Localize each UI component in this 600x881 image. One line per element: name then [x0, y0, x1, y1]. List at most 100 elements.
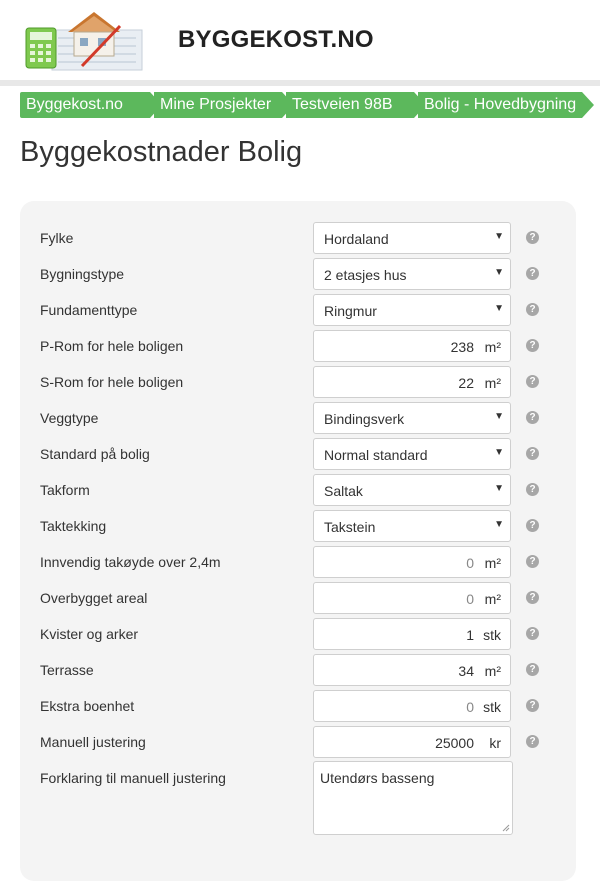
breadcrumb-address[interactable]: Testveien 98B — [286, 92, 426, 118]
chevron-down-icon: ▼ — [494, 411, 504, 422]
kvister-label: Kvister og arker — [40, 626, 139, 642]
breadcrumb-label: Testveien 98B — [292, 96, 393, 113]
takhoyde-value: 0 — [466, 555, 474, 571]
veggtype-select[interactable]: Bindingsverk ▼ — [313, 402, 511, 434]
help-icon[interactable]: ? — [526, 627, 539, 640]
takform-value: Saltak — [324, 483, 363, 499]
overbygget-input[interactable]: 0 m² — [313, 582, 511, 614]
standard-select[interactable]: Normal standard ▼ — [313, 438, 511, 470]
s-rom-unit: m² — [484, 375, 501, 391]
bygningstype-value: 2 etasjes hus — [324, 267, 407, 283]
help-icon[interactable]: ? — [526, 699, 539, 712]
help-icon[interactable]: ? — [526, 519, 539, 532]
chevron-down-icon: ▼ — [494, 303, 504, 314]
s-rom-value: 22 — [458, 375, 474, 391]
ekstra-input[interactable]: 0 stk — [313, 690, 511, 722]
form-row-takhoyde: Innvendig takøyde over 2,4m 0 m² ? — [20, 545, 576, 581]
chevron-down-icon: ▼ — [494, 231, 504, 242]
fylke-label: Fylke — [40, 230, 74, 246]
ekstra-unit: stk — [483, 699, 501, 715]
help-icon[interactable]: ? — [526, 267, 539, 280]
overbygget-label: Overbygget areal — [40, 590, 148, 606]
help-icon[interactable]: ? — [526, 447, 539, 460]
form-row-forklaring: Forklaring til manuell justering Utendør… — [20, 761, 576, 841]
chevron-down-icon: ▼ — [494, 447, 504, 458]
form-row-fylke: Fylke Hordaland ▼ ? — [20, 221, 576, 257]
kvister-value: 1 — [466, 627, 474, 643]
help-icon[interactable]: ? — [526, 735, 539, 748]
terrasse-unit: m² — [484, 663, 501, 679]
overbygget-value: 0 — [466, 591, 474, 607]
form-row-fundamenttype: Fundamenttype Ringmur ▼ ? — [20, 293, 576, 329]
terrasse-label: Terrasse — [40, 662, 94, 678]
bygningstype-label: Bygningstype — [40, 266, 125, 282]
p-rom-label: P-Rom for hele boligen — [40, 338, 184, 354]
veggtype-label: Veggtype — [40, 410, 99, 426]
chevron-down-icon: ▼ — [494, 483, 504, 494]
site-logo[interactable] — [24, 6, 146, 74]
fylke-select[interactable]: Hordaland ▼ — [313, 222, 511, 254]
breadcrumb-label: Bolig - Hovedbygning — [424, 96, 577, 113]
breadcrumb-projects[interactable]: Mine Prosjekter — [154, 92, 294, 118]
form-row-takform: Takform Saltak ▼ ? — [20, 473, 576, 509]
breadcrumb: Byggekost.no Mine Prosjekter Testveien 9… — [0, 92, 600, 118]
fundamenttype-select[interactable]: Ringmur ▼ — [313, 294, 511, 326]
manuell-unit: kr — [489, 735, 501, 751]
page-title: Byggekostnader Bolig — [20, 136, 303, 168]
terrasse-input[interactable]: 34 m² — [313, 654, 511, 686]
manuell-label: Manuell justering — [40, 734, 146, 750]
form-row-terrasse: Terrasse 34 m² ? — [20, 653, 576, 689]
help-icon[interactable]: ? — [526, 663, 539, 676]
taktekking-label: Taktekking — [40, 518, 107, 534]
help-icon[interactable]: ? — [526, 555, 539, 568]
overbygget-unit: m² — [484, 591, 501, 607]
breadcrumb-home[interactable]: Byggekost.no — [20, 92, 162, 118]
takform-label: Takform — [40, 482, 90, 498]
takhoyde-unit: m² — [484, 555, 501, 571]
takhoyde-input[interactable]: 0 m² — [313, 546, 511, 578]
p-rom-value: 238 — [450, 339, 474, 355]
cost-form-panel: Fylke Hordaland ▼ ? Bygningstype 2 etasj… — [20, 201, 576, 881]
form-row-bygningstype: Bygningstype 2 etasjes hus ▼ ? — [20, 257, 576, 293]
help-icon[interactable]: ? — [526, 231, 539, 244]
site-title[interactable]: BYGGEKOST.NO — [178, 26, 374, 54]
chevron-down-icon: ▼ — [494, 267, 504, 278]
manuell-input[interactable]: 25000 kr — [313, 726, 511, 758]
forklaring-label: Forklaring til manuell justering — [40, 770, 226, 786]
breadcrumb-label: Mine Prosjekter — [160, 96, 272, 113]
breadcrumb-label: Byggekost.no — [26, 96, 123, 113]
manuell-value: 25000 — [435, 735, 474, 751]
resize-grip-icon[interactable] — [502, 824, 510, 832]
bygningstype-select[interactable]: 2 etasjes hus ▼ — [313, 258, 511, 290]
terrasse-value: 34 — [458, 663, 474, 679]
help-icon[interactable]: ? — [526, 375, 539, 388]
help-icon[interactable]: ? — [526, 483, 539, 496]
taktekking-select[interactable]: Takstein ▼ — [313, 510, 511, 542]
form-row-ekstra: Ekstra boenhet 0 stk ? — [20, 689, 576, 725]
fylke-value: Hordaland — [324, 231, 389, 247]
breadcrumb-building[interactable]: Bolig - Hovedbygning — [418, 92, 594, 118]
form-row-veggtype: Veggtype Bindingsverk ▼ ? — [20, 401, 576, 437]
form-row-manuell: Manuell justering 25000 kr ? — [20, 725, 576, 761]
fundamenttype-value: Ringmur — [324, 303, 377, 319]
takhoyde-label: Innvendig takøyde over 2,4m — [40, 554, 221, 570]
forklaring-textarea[interactable]: Utendørs basseng — [313, 761, 513, 835]
taktekking-value: Takstein — [324, 519, 376, 535]
takform-select[interactable]: Saltak ▼ — [313, 474, 511, 506]
kvister-input[interactable]: 1 stk — [313, 618, 511, 650]
s-rom-label: S-Rom for hele boligen — [40, 374, 184, 390]
form-row-standard: Standard på bolig Normal standard ▼ ? — [20, 437, 576, 473]
help-icon[interactable]: ? — [526, 591, 539, 604]
kvister-unit: stk — [483, 627, 501, 643]
s-rom-input[interactable]: 22 m² — [313, 366, 511, 398]
help-icon[interactable]: ? — [526, 339, 539, 352]
p-rom-input[interactable]: 238 m² — [313, 330, 511, 362]
form-row-overbygget: Overbygget areal 0 m² ? — [20, 581, 576, 617]
chevron-down-icon: ▼ — [494, 519, 504, 530]
standard-label: Standard på bolig — [40, 446, 150, 462]
help-icon[interactable]: ? — [526, 303, 539, 316]
form-row-p-rom: P-Rom for hele boligen 238 m² ? — [20, 329, 576, 365]
help-icon[interactable]: ? — [526, 411, 539, 424]
veggtype-value: Bindingsverk — [324, 411, 405, 427]
p-rom-unit: m² — [484, 339, 501, 355]
